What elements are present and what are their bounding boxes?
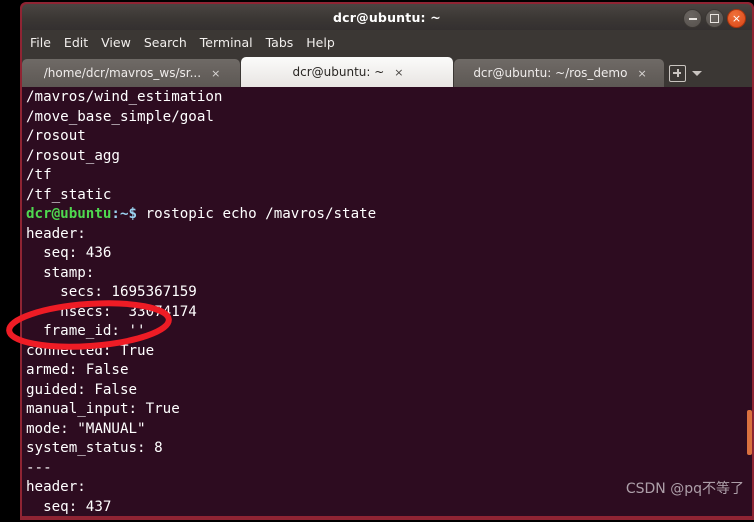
topic-line: /tf <box>26 167 52 183</box>
tab-bar: /home/dcr/mavros_ws/sr... × dcr@ubuntu: … <box>22 55 752 87</box>
topic-line: /move_base_simple/goal <box>26 108 214 125</box>
menu-item-tabs[interactable]: Tabs <box>266 35 294 50</box>
menu-item-help[interactable]: Help <box>306 35 335 50</box>
window-titlebar[interactable]: dcr@ubuntu: ~ × <box>22 4 752 30</box>
msg-line: seq: 436 <box>26 245 112 261</box>
msg-line: mode: "MANUAL" <box>26 420 146 437</box>
menu-item-view[interactable]: View <box>101 35 131 50</box>
msg-line: secs: 1695367159 <box>26 284 197 300</box>
tab-bar-tools <box>669 59 702 87</box>
menu-item-search[interactable]: Search <box>144 35 187 50</box>
msg-line: header: <box>26 225 86 242</box>
close-icon: × <box>731 11 742 25</box>
topic-line: /mavros/wind_estimation <box>26 89 223 105</box>
msg-line: stamp: <box>26 264 95 281</box>
msg-line: seq: 437 <box>26 498 112 515</box>
scrollbar-thumb[interactable] <box>747 410 752 455</box>
msg-line: frame_id: '' <box>26 323 146 339</box>
topic-line: /rosout_agg <box>26 147 120 164</box>
topic-line: /rosout <box>26 128 86 144</box>
msg-line: armed: False <box>26 362 129 378</box>
terminal-window: dcr@ubuntu: ~ × File Edit View Search Te… <box>20 2 754 520</box>
msg-line-connected: connected: True <box>26 342 155 359</box>
msg-line: manual_input: True <box>26 401 180 417</box>
tab-label: dcr@ubuntu: ~/ros_demo <box>473 66 628 80</box>
menu-item-terminal[interactable]: Terminal <box>200 35 253 50</box>
prompt-path: :~$ <box>111 206 138 222</box>
msg-line: header: <box>26 479 86 495</box>
minimize-icon <box>688 17 697 20</box>
chevron-down-icon[interactable] <box>692 70 702 76</box>
tab-close-icon[interactable]: × <box>394 67 403 78</box>
new-tab-icon[interactable] <box>669 64 686 82</box>
topic-line: /tf_static <box>26 186 112 203</box>
menu-item-edit[interactable]: Edit <box>64 35 88 50</box>
menu-item-file[interactable]: File <box>30 35 51 50</box>
tab-ros-demo[interactable]: dcr@ubuntu: ~/ros_demo × <box>454 59 664 87</box>
tab-close-icon[interactable]: × <box>637 68 646 79</box>
tab-label: dcr@ubuntu: ~ <box>292 65 385 79</box>
menu-bar: File Edit View Search Terminal Tabs Help <box>22 30 752 55</box>
tab-label: /home/dcr/mavros_ws/sr... <box>43 66 202 80</box>
watermark-text: CSDN @pq不等了 <box>625 481 744 497</box>
tab-close-icon[interactable]: × <box>211 68 220 79</box>
msg-line: nsecs: 33074174 <box>26 303 197 320</box>
close-button[interactable]: × <box>727 9 746 28</box>
maximize-button[interactable] <box>705 9 724 28</box>
terminal-text: /mavros/wind_estimation /move_base_simpl… <box>26 88 376 518</box>
maximize-icon <box>710 14 719 23</box>
msg-line: guided: False <box>26 381 138 398</box>
minimize-button[interactable] <box>683 9 702 28</box>
window-bottom-edge <box>22 516 752 520</box>
tab-mavros-ws[interactable]: /home/dcr/mavros_ws/sr... × <box>22 59 240 87</box>
terminal-command: rostopic echo /mavros/state <box>137 206 377 222</box>
tab-dcr-home[interactable]: dcr@ubuntu: ~ × <box>241 57 453 87</box>
msg-line: --- <box>26 459 52 476</box>
msg-line: system_status: 8 <box>26 440 163 456</box>
terminal-output-area[interactable]: /mavros/wind_estimation /move_base_simpl… <box>22 87 752 518</box>
window-controls: × <box>683 9 746 28</box>
desktop-background: dcr@ubuntu: ~ × File Edit View Search Te… <box>0 0 754 522</box>
window-title: dcr@ubuntu: ~ <box>333 9 441 25</box>
prompt-user-host: dcr@ubuntu <box>26 206 112 222</box>
